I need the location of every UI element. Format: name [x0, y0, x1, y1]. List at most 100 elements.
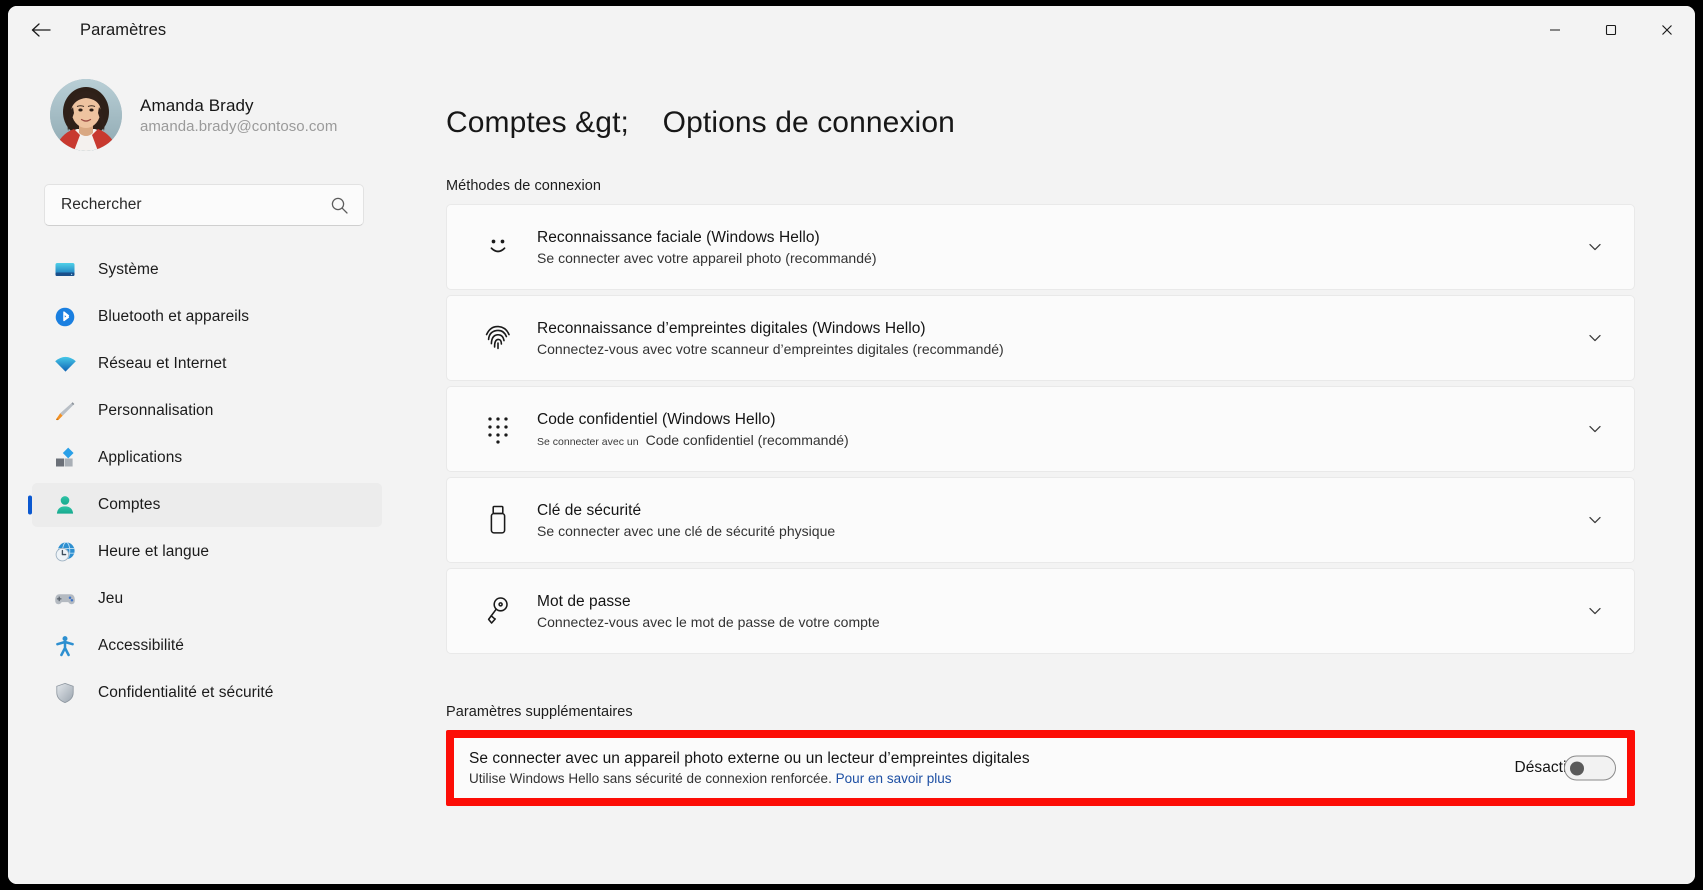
card-security-key[interactable]: Clé de sécurité Se connecter avec une cl… [446, 477, 1635, 563]
setting-text: Se connecter avec un appareil photo exte… [469, 750, 1514, 786]
sidebar-item-label: Bluetooth et appareils [98, 308, 250, 325]
chevron-down-icon[interactable] [1580, 414, 1610, 444]
caption-button-group [1527, 6, 1695, 54]
sidebar-item-label: Heure et langue [98, 543, 210, 560]
arrow-left-icon [31, 23, 51, 37]
page-title: Comptes &gt; Options de connexion [446, 106, 955, 139]
shield-icon [52, 680, 78, 706]
sidebar-item-label: Jeu [98, 590, 124, 607]
close-button[interactable] [1639, 6, 1695, 54]
card-text: Reconnaissance d’empreintes digitales (W… [537, 320, 1580, 357]
user-avatar-photo [50, 79, 122, 151]
sidebar-item-label: Système [98, 261, 159, 278]
profile-block[interactable]: Amanda Brady amanda.brady@contoso.com [32, 54, 382, 158]
card-text: Clé de sécurité Se connecter avec une cl… [537, 502, 1580, 539]
chevron-down-icon[interactable] [1580, 596, 1610, 626]
chevron-down-icon[interactable] [1580, 505, 1610, 535]
sidebar-nav: Système Bluetooth et appareils Réseau et… [32, 248, 382, 715]
chevron-down-icon[interactable] [1580, 232, 1610, 262]
clock-globe-icon [52, 539, 78, 565]
password-key-icon [481, 594, 515, 628]
card-subtitle: Connectez-vous avec votre scanneur d’emp… [537, 340, 1004, 357]
accounts-person-icon [52, 492, 78, 518]
paintbrush-icon [52, 398, 78, 424]
card-pin[interactable]: Code confidentiel (Windows Hello) Se con… [446, 386, 1635, 472]
maximize-button[interactable] [1583, 6, 1639, 54]
profile-email: amanda.brady@contoso.com [140, 117, 338, 135]
sidebar-item-reseau[interactable]: Réseau et Internet [32, 342, 382, 386]
signin-methods-list: Reconnaissance faciale (Windows Hello) S… [446, 204, 1635, 654]
setting-subtitle: Utilise Windows Hello sans sécurité de c… [469, 771, 1514, 786]
section-label-methods: Méthodes de connexion [446, 178, 602, 194]
sidebar-item-label: Comptes [98, 496, 161, 513]
sidebar-item-bluetooth[interactable]: Bluetooth et appareils [32, 295, 382, 339]
card-subtitle-small: Se connecter avec un [537, 435, 639, 448]
avatar [50, 79, 122, 151]
additional-settings-section: Paramètres supplémentaires Se connecter … [446, 704, 1635, 806]
pin-dots-icon [481, 412, 515, 446]
bluetooth-icon [52, 304, 78, 330]
settings-window: Paramètres Amanda Brady amanda.brady@con… [8, 6, 1695, 884]
sidebar-item-label: Accessibilité [98, 637, 184, 654]
sidebar: Amanda Brady amanda.brady@contoso.com Re… [8, 54, 406, 884]
sidebar-item-label: Réseau et Internet [98, 355, 227, 372]
card-subtitle: Connectez-vous avec le mot de passe de v… [537, 613, 880, 630]
profile-name: Amanda Brady [140, 95, 254, 115]
card-title: Code confidentiel (Windows Hello) [537, 410, 776, 428]
card-text: Reconnaissance faciale (Windows Hello) S… [537, 229, 1580, 266]
profile-text: Amanda Brady amanda.brady@contoso.com [140, 96, 337, 135]
fingerprint-icon [481, 321, 515, 355]
sidebar-item-applications[interactable]: Applications [32, 436, 382, 480]
maximize-icon [1605, 24, 1617, 36]
external-camera-setting-row[interactable]: Se connecter avec un appareil photo exte… [446, 730, 1635, 806]
main-content: Comptes &gt; Options de connexion Méthod… [406, 54, 1695, 884]
sidebar-item-confidentialite[interactable]: Confidentialité et sécurité [32, 671, 382, 715]
sidebar-item-personnalisation[interactable]: Personnalisation [32, 389, 382, 433]
title-bar: Paramètres [8, 6, 1695, 54]
card-facial-recognition[interactable]: Reconnaissance faciale (Windows Hello) S… [446, 204, 1635, 290]
chevron-down-icon[interactable] [1580, 323, 1610, 353]
card-subtitle: Se connecter avec une clé de sécurité ph… [537, 522, 836, 539]
minimize-icon [1550, 29, 1560, 31]
setting-title: Se connecter avec un appareil photo exte… [469, 750, 1030, 767]
learn-more-link[interactable]: Pour en savoir plus [836, 771, 952, 786]
card-subtitle: Se connecter avec un Code confidentiel (… [537, 432, 1580, 448]
sidebar-item-jeu[interactable]: Jeu [32, 577, 382, 621]
search-input[interactable]: Rechercher [44, 184, 364, 226]
card-subtitle: Se connecter avec votre appareil photo (… [537, 249, 877, 266]
card-title: Reconnaissance faciale (Windows Hello) [537, 228, 820, 246]
toggle-knob [1570, 761, 1585, 775]
setting-subtitle-text: Utilise Windows Hello sans sécurité de c… [469, 771, 836, 786]
accessibility-person-icon [52, 633, 78, 659]
sidebar-item-systeme[interactable]: Système [32, 248, 382, 292]
external-camera-toggle[interactable] [1564, 755, 1617, 781]
search-icon [331, 197, 348, 214]
card-subtitle-rest: Code confidentiel (recommandé) [645, 431, 849, 448]
sidebar-item-label: Applications [98, 449, 183, 466]
card-title: Reconnaissance d’empreintes digitales (W… [537, 319, 926, 337]
security-key-icon [481, 503, 515, 537]
search-input-value: Rechercher [61, 196, 142, 213]
toggle-area: Désactivé [1514, 755, 1617, 781]
monitor-icon [52, 257, 78, 283]
back-button[interactable] [20, 12, 62, 48]
sidebar-item-accessibilite[interactable]: Accessibilité [32, 624, 382, 668]
minimize-button[interactable] [1527, 6, 1583, 54]
sidebar-item-comptes[interactable]: Comptes [32, 483, 382, 527]
card-fingerprint[interactable]: Reconnaissance d’empreintes digitales (W… [446, 295, 1635, 381]
card-text: Code confidentiel (Windows Hello) Se con… [537, 411, 1580, 448]
card-password[interactable]: Mot de passe Connectez-vous avec le mot … [446, 568, 1635, 654]
sidebar-item-heure-langue[interactable]: Heure et langue [32, 530, 382, 574]
sidebar-item-label: Personnalisation [98, 402, 214, 419]
apps-icon [52, 445, 78, 471]
section-label-additional: Paramètres supplémentaires [446, 704, 633, 720]
close-icon [1662, 25, 1672, 35]
card-text: Mot de passe Connectez-vous avec le mot … [537, 593, 1580, 630]
window-title: Paramètres [80, 20, 167, 39]
sidebar-item-label: Confidentialité et sécurité [98, 684, 274, 701]
card-title: Mot de passe [537, 592, 631, 610]
wifi-icon [52, 351, 78, 377]
face-smiley-icon [481, 230, 515, 264]
gamepad-icon [52, 586, 78, 612]
card-title: Clé de sécurité [537, 501, 642, 519]
